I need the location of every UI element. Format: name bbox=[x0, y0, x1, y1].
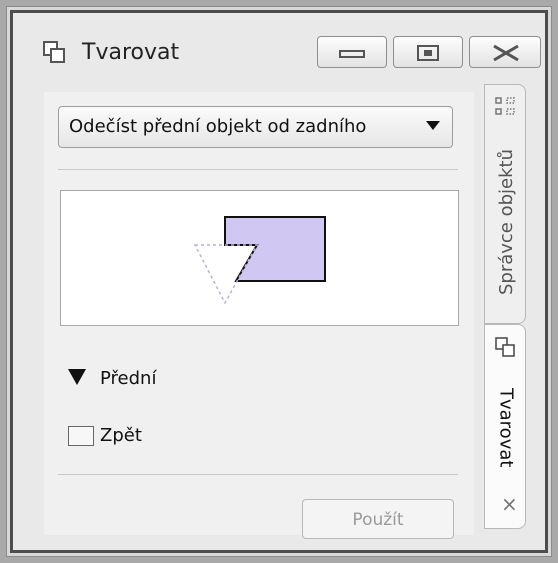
tab-object-manager-label: Správce objektů bbox=[495, 148, 517, 296]
shape-preview bbox=[60, 190, 459, 326]
minimize-button[interactable] bbox=[317, 36, 387, 68]
operation-select-value: Odečíst přední objekt od zadního bbox=[69, 116, 367, 137]
front-triangle-icon bbox=[68, 369, 86, 385]
back-rectangle-icon bbox=[68, 426, 94, 446]
shape-panel: Odečíst přední objekt od zadního Přední … bbox=[44, 92, 474, 539]
operation-select[interactable]: Odečíst přední objekt od zadního bbox=[58, 106, 453, 148]
close-icon[interactable]: × bbox=[501, 492, 518, 516]
apply-button[interactable]: Použít bbox=[302, 499, 454, 539]
tab-shape[interactable]: Tvarovat × bbox=[484, 324, 526, 529]
object-manager-icon bbox=[493, 95, 517, 119]
tab-object-manager-label-wrap: Správce objektů bbox=[485, 127, 527, 317]
front-label: Přední bbox=[100, 368, 157, 389]
close-button[interactable] bbox=[469, 36, 541, 68]
side-tabs: Správce objektů Tvarovat × bbox=[484, 84, 526, 545]
title-bar: Tvarovat bbox=[30, 26, 541, 84]
shape-icon bbox=[42, 40, 66, 64]
maximize-button[interactable] bbox=[393, 36, 463, 68]
tab-shape-label-wrap: Tvarovat bbox=[485, 369, 527, 487]
apply-button-label: Použít bbox=[352, 510, 404, 530]
window-title: Tvarovat bbox=[82, 40, 180, 65]
separator-top bbox=[58, 169, 458, 170]
shape-icon bbox=[493, 335, 517, 359]
separator-bottom bbox=[58, 474, 458, 475]
chevron-down-icon bbox=[426, 121, 440, 130]
back-label: Zpět bbox=[100, 425, 142, 446]
tab-object-manager[interactable]: Správce objektů bbox=[484, 84, 526, 324]
tab-shape-label: Tvarovat bbox=[495, 388, 517, 468]
